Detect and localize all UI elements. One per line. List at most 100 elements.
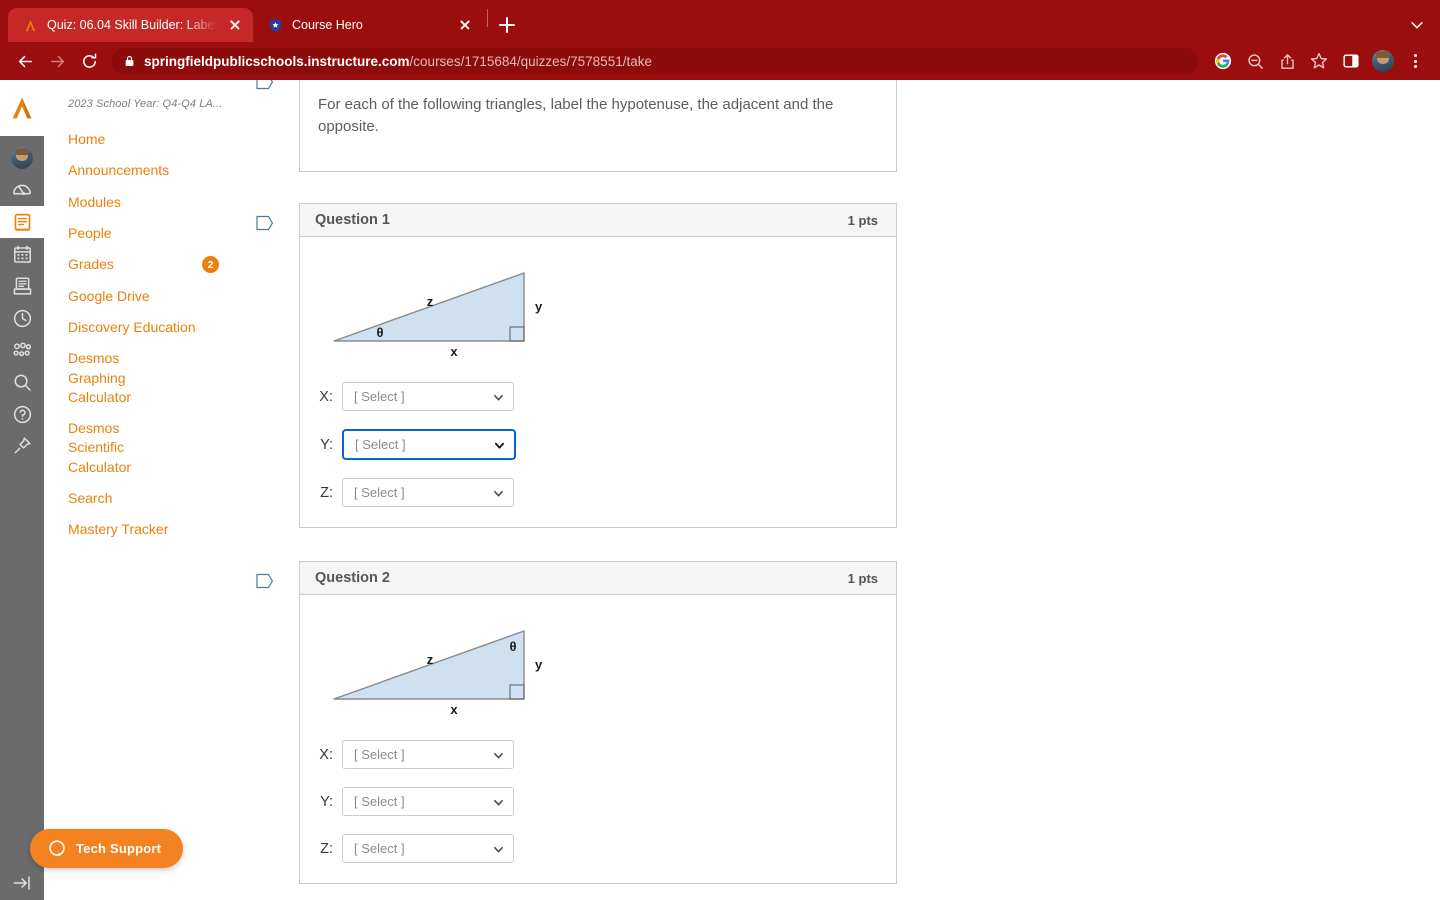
answer-row-x: X: [ Select ]: [318, 382, 878, 411]
question-flag-icon[interactable]: [256, 215, 274, 231]
quiz-intro-box: For each of the following triangles, lab…: [299, 80, 897, 172]
browser-tab-quiz[interactable]: Quiz: 06.04 Skill Builder: Label: [8, 8, 253, 42]
select-x-q2[interactable]: [ Select ]: [342, 740, 514, 769]
sidebar-item-discovery-education[interactable]: Discovery Education: [44, 312, 247, 343]
sidebar-item-dashboard[interactable]: [0, 174, 44, 206]
select-z-q2[interactable]: [ Select ]: [342, 834, 514, 863]
canvas-global-nav: [0, 80, 44, 900]
sidebar-item-help[interactable]: [0, 398, 44, 430]
chevron-down-icon: [494, 439, 505, 450]
sidebar-item-desmos-graphing-calculator[interactable]: Desmos Graphing Calculator: [44, 343, 247, 413]
share-icon[interactable]: [1272, 46, 1302, 76]
nav-label: Mastery Tracker: [68, 521, 169, 538]
nav-label: Announcements: [68, 162, 170, 179]
address-bar[interactable]: springfieldpublicschools.instructure.com…: [112, 48, 1198, 74]
sidebar-item-search[interactable]: Search: [44, 483, 247, 514]
chevron-down-icon: [493, 487, 504, 498]
svg-text:θ: θ: [509, 639, 516, 654]
sidebar-item-pin[interactable]: [0, 430, 44, 462]
answer-row-y: Y: [ Select ]: [318, 787, 878, 816]
answer-label: Z:: [320, 484, 333, 501]
nav-label: Google Drive: [68, 287, 150, 304]
question-block-1: Question 1 1 pts z y x θ X: [Select] Y…: [256, 203, 1440, 528]
sidebar-item-mastery-tracker[interactable]: Mastery Tracker: [44, 514, 247, 545]
back-icon[interactable]: [10, 46, 40, 76]
canvas-logo-icon[interactable]: [0, 80, 44, 136]
tab-strip: Quiz: 06.04 Skill Builder: Label Course …: [0, 0, 1440, 42]
close-icon[interactable]: [227, 17, 243, 33]
chevron-down-icon: [493, 796, 504, 807]
courses-book-icon: [14, 213, 30, 231]
question-header: Question 1 1 pts: [300, 204, 896, 237]
nav-label: Grades: [68, 256, 114, 273]
url-path: /courses/1715684/quizzes/7578551/take: [409, 53, 652, 69]
account-avatar-icon: [11, 147, 33, 169]
browser-tab-course-hero[interactable]: Course Hero: [253, 8, 483, 42]
sidebar-item-people[interactable]: People: [44, 218, 247, 249]
bookmark-star-icon[interactable]: [1304, 46, 1334, 76]
tab-title: Course Hero: [292, 18, 363, 32]
answer-label: Y:: [320, 436, 333, 453]
svg-text:y: y: [535, 657, 543, 672]
sidebar-item-home[interactable]: Home: [44, 124, 247, 155]
quiz-intro-text: For each of the following triangles, lab…: [318, 96, 834, 136]
canvas-logo-icon: [22, 17, 38, 33]
browser-chrome: Quiz: 06.04 Skill Builder: Label Course …: [0, 0, 1440, 80]
question-box-2: Question 2 1 pts z y x θ X: [Select] Y…: [299, 561, 897, 884]
quiz-content: For each of the following triangles, lab…: [247, 80, 1440, 900]
chrome-menu-icon[interactable]: [1400, 46, 1430, 76]
google-account-icon[interactable]: [1208, 46, 1238, 76]
tech-support-button[interactable]: Tech Support: [30, 829, 184, 868]
tab-title: Quiz: 06.04 Skill Builder: Label: [47, 18, 218, 32]
reload-icon[interactable]: [74, 46, 104, 76]
sidebar-item-desmos-scientific-calculator[interactable]: Desmos Scientific Calculator: [44, 413, 247, 483]
zoom-out-icon[interactable]: [1240, 46, 1270, 76]
svg-text:y: y: [535, 299, 543, 314]
question-points: 1 pts: [847, 212, 878, 228]
collapse-nav-button[interactable]: [0, 872, 44, 894]
sidebar-item-account[interactable]: [0, 142, 44, 174]
answer-label: X:: [319, 388, 333, 405]
select-x-q1[interactable]: [ Select ]: [342, 382, 514, 411]
chevron-down-icon: [493, 391, 504, 402]
select-y-q2[interactable]: [ Select ]: [342, 787, 514, 816]
sidebar-item-history[interactable]: [0, 302, 44, 334]
dashboard-icon: [12, 184, 32, 196]
chevron-down-icon[interactable]: [1408, 16, 1426, 34]
svg-text:θ: θ: [376, 325, 383, 340]
select-value: [ Select ]: [354, 485, 405, 500]
select-z-q1[interactable]: [ Select ]: [342, 478, 514, 507]
sidebar-item-courses[interactable]: [0, 206, 44, 238]
tab-divider: [487, 8, 488, 27]
quiz-intro-block: For each of the following triangles, lab…: [256, 80, 1440, 172]
sidebar-item-announcements[interactable]: Announcements: [44, 155, 247, 186]
answer-row-y: Y: [ Select ]: [318, 429, 878, 460]
course-navigation: 2023 School Year: Q4-Q4 LA... Home Annou…: [44, 80, 247, 900]
sidebar-item-calendar[interactable]: [0, 238, 44, 270]
sidebar-item-inbox[interactable]: [0, 270, 44, 302]
sidebar-item-google-drive[interactable]: Google Drive: [44, 281, 247, 312]
answer-row-z: Z: [ Select ]: [318, 834, 878, 863]
select-value: [ Select ]: [354, 389, 405, 404]
new-tab-button[interactable]: [492, 10, 522, 40]
question-body: z y x θ X: [ Select ] Y: [Select] Z: […: [300, 595, 896, 883]
page-body: 2023 School Year: Q4-Q4 LA... Home Annou…: [0, 80, 1440, 900]
nav-label: Desmos Scientific Calculator: [68, 420, 132, 475]
select-y-q1[interactable]: [ Select ]: [342, 429, 516, 460]
nav-label: Home: [68, 131, 106, 147]
sidebar-item-groups[interactable]: [0, 334, 44, 366]
sidebar-item-modules[interactable]: Modules: [44, 187, 247, 218]
question-flag-icon[interactable]: [256, 80, 274, 90]
question-flag-icon[interactable]: [256, 573, 274, 589]
nav-label: Search: [68, 490, 113, 507]
select-value: [ Select ]: [354, 841, 405, 856]
answer-row-x: X: [ Select ]: [318, 740, 878, 769]
sidebar-item-search[interactable]: [0, 366, 44, 398]
sidebar-item-grades[interactable]: Grades 2: [44, 249, 247, 280]
answer-label: Y:: [320, 793, 333, 810]
close-icon[interactable]: [457, 17, 473, 33]
profile-avatar-icon[interactable]: [1368, 46, 1398, 76]
side-panel-icon[interactable]: [1336, 46, 1366, 76]
chat-bubble-icon: [47, 839, 67, 859]
forward-icon: [42, 46, 72, 76]
